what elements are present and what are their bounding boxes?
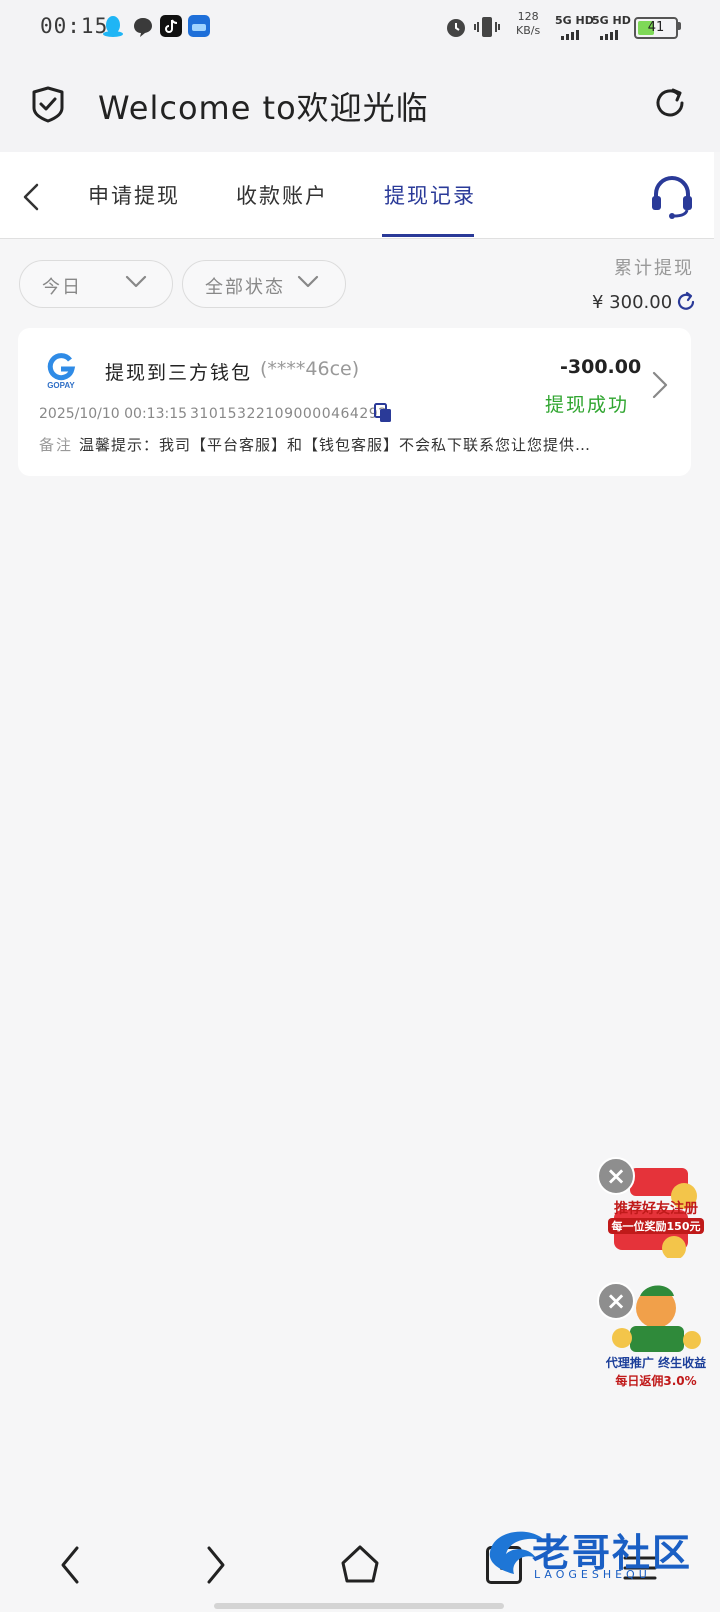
svg-text:GOPAY: GOPAY [47, 381, 75, 390]
nav-home-icon[interactable] [340, 1544, 380, 1584]
tab-receiving-account[interactable]: 收款账户 [236, 180, 328, 210]
message-icon [134, 18, 152, 37]
date-filter-label: 今日 [42, 277, 82, 298]
refresh-icon[interactable] [652, 85, 688, 121]
record-order-no: 310153221090000464292 [190, 406, 388, 422]
customer-service-icon[interactable] [648, 174, 696, 220]
close-agent-promo-icon[interactable]: × [597, 1282, 635, 1320]
home-indicator[interactable] [214, 1603, 504, 1609]
record-amount: -300.00 [560, 356, 642, 378]
watermark-logo: 老哥社区 LAOGESHEQU [484, 1522, 714, 1588]
signal-1-icon [561, 30, 579, 40]
reload-total-icon[interactable] [674, 290, 698, 314]
status-filter-label: 全部状态 [205, 277, 285, 298]
nav-back-icon[interactable] [58, 1545, 82, 1585]
vibrate-icon [474, 17, 500, 37]
net-speed: 128 KB/s [516, 10, 541, 37]
copy-icon[interactable] [374, 403, 392, 423]
signal-2-icon [600, 30, 618, 40]
active-tab-indicator [382, 234, 474, 237]
tab-apply-withdraw[interactable]: 申请提现 [88, 180, 180, 210]
chevron-down-icon [125, 275, 147, 288]
page-title: Welcome to欢迎光临 [98, 89, 429, 127]
chevron-right-icon[interactable] [650, 370, 670, 400]
status-time: 00:15 [40, 14, 109, 38]
total-withdraw-label: 累计提现 [614, 258, 694, 279]
record-remark: 温馨提示：我司【平台客服】和【钱包客服】不会私下联系您让您提供… [79, 436, 592, 454]
tiktok-icon [160, 15, 182, 37]
shield-check-icon[interactable] [28, 84, 68, 124]
close-referral-promo-icon[interactable]: × [597, 1157, 635, 1195]
gopay-logo: GOPAY [47, 353, 75, 390]
record-account: (****46ce) [260, 358, 360, 380]
network-2: 5G HD [592, 14, 631, 27]
nav-forward-icon[interactable] [204, 1545, 228, 1585]
record-status: 提现成功 [545, 394, 630, 416]
battery-tip [678, 22, 681, 30]
record-remark-label: 备注 [39, 436, 74, 454]
record-datetime: 2025/10/10 00:13:15 [39, 406, 188, 422]
record-title: 提现到三方钱包 [105, 362, 253, 384]
app-icon [188, 15, 210, 37]
battery-icon: 41 [634, 17, 678, 39]
total-withdraw-value: ¥ 300.00 [592, 292, 673, 313]
alarm-icon [447, 19, 465, 37]
chevron-down-icon [297, 275, 319, 288]
qq-icon [103, 16, 123, 37]
network-1: 5G HD [555, 14, 594, 27]
tab-withdraw-records[interactable]: 提现记录 [384, 180, 476, 210]
back-icon[interactable] [20, 182, 42, 212]
